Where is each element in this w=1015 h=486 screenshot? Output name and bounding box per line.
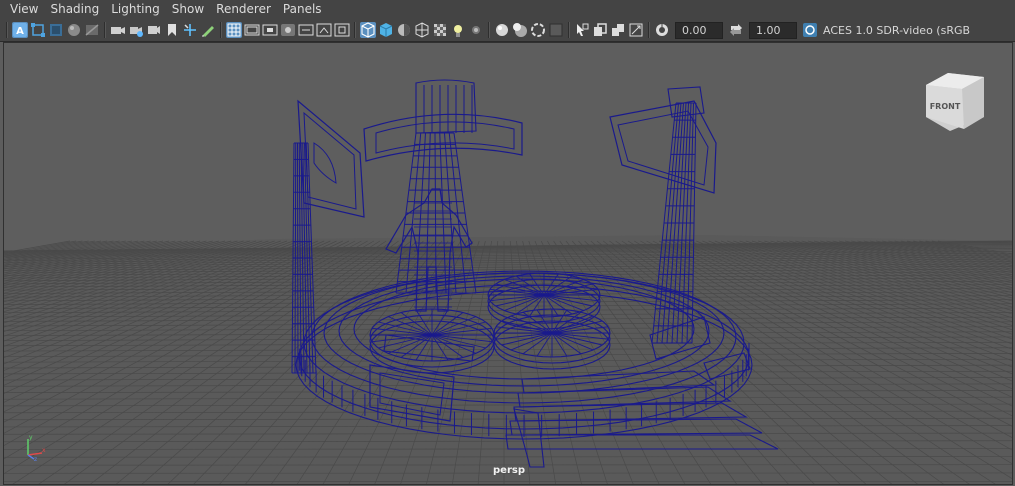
menu-shading[interactable]: Shading (44, 0, 105, 19)
maya-viewport-panel: View Shading Lighting Show Renderer Pane… (0, 0, 1015, 486)
perspective-viewport[interactable]: FRONT y x z persp (3, 42, 1013, 485)
xray-joints-icon[interactable] (610, 22, 626, 38)
anti-aliasing-icon[interactable] (512, 22, 528, 38)
lasso-icon[interactable] (30, 22, 46, 38)
exposure-icon[interactable] (654, 22, 670, 38)
xray-active-components-icon[interactable] (592, 22, 608, 38)
film-gate-icon[interactable] (244, 22, 260, 38)
menu-view[interactable]: View (0, 0, 44, 19)
center-screen (363, 113, 523, 162)
menu-show[interactable]: Show (166, 0, 210, 19)
panel-menu-bar: View Shading Lighting Show Renderer Pane… (0, 0, 1015, 19)
toolbar-separator (354, 22, 356, 38)
grease-pencil-icon[interactable] (200, 22, 216, 38)
textured-icon[interactable] (414, 22, 430, 38)
camera-name-label: persp (493, 465, 525, 476)
select-tool-icon[interactable]: A (12, 22, 28, 38)
toolbar-separator (104, 22, 106, 38)
toolbar-separator (6, 22, 8, 38)
safe-action-icon[interactable] (316, 22, 332, 38)
symmetry-icon[interactable] (84, 22, 100, 38)
depth-of-field-icon[interactable] (530, 22, 546, 38)
toolbar-separator (568, 22, 570, 38)
view-cube-face-label: FRONT (930, 102, 961, 111)
ground-grid (4, 235, 1012, 484)
right-screen (609, 100, 717, 194)
menu-lighting[interactable]: Lighting (105, 0, 166, 19)
screen-space-ao-icon[interactable] (468, 22, 484, 38)
bookmark-icon[interactable] (146, 22, 162, 38)
2d-pan-icon[interactable] (182, 22, 198, 38)
image-plane-icon[interactable] (164, 22, 180, 38)
menu-renderer[interactable]: Renderer (210, 0, 277, 19)
camera-icon[interactable] (110, 22, 126, 38)
gamma-field[interactable]: 1.00 (749, 21, 797, 39)
svg-text:z: z (34, 456, 37, 461)
toolbar-separator (648, 22, 650, 38)
grid-icon[interactable] (226, 22, 242, 38)
toolbar-separator (488, 22, 490, 38)
isolate-select-icon[interactable] (548, 22, 564, 38)
scene-canvas (4, 79, 1012, 484)
menu-panels[interactable]: Panels (277, 0, 328, 19)
axis-gizmo-icon: y x z (27, 434, 46, 461)
field-chart-icon[interactable] (298, 22, 314, 38)
motion-blur-icon[interactable] (494, 22, 510, 38)
resolution-gate-icon[interactable] (262, 22, 278, 38)
gamma-icon[interactable] (728, 22, 744, 38)
gate-mask-icon[interactable] (280, 22, 296, 38)
left-screen-detail (313, 142, 337, 184)
use-all-lights-icon[interactable] (432, 22, 448, 38)
color-space-label[interactable]: ACES 1.0 SDR-video (sRGB (823, 24, 970, 37)
camera-attributes-icon[interactable] (128, 22, 144, 38)
center-head (415, 79, 477, 134)
safe-title-icon[interactable] (334, 22, 350, 38)
smooth-shade-icon[interactable] (378, 22, 394, 38)
svg-text:y: y (29, 434, 33, 441)
exposure-field[interactable]: 0.00 (675, 21, 723, 39)
panel-toolbar: A 0.00 1.00 ACES 1.0 SDR-video (sRGB (0, 19, 1015, 42)
svg-text:A: A (16, 26, 24, 37)
wireframe-on-shaded-icon[interactable] (396, 22, 412, 38)
toolbar-separator (220, 22, 222, 38)
view-cube[interactable]: FRONT (924, 71, 986, 133)
paint-select-icon[interactable] (48, 22, 64, 38)
wireframe-icon[interactable] (360, 22, 376, 38)
svg-text:x: x (42, 447, 46, 454)
backface-culling-icon[interactable] (628, 22, 644, 38)
soft-select-icon[interactable] (66, 22, 82, 38)
color-management-icon[interactable] (802, 22, 818, 38)
xray-icon[interactable] (574, 22, 590, 38)
shadows-icon[interactable] (450, 22, 466, 38)
